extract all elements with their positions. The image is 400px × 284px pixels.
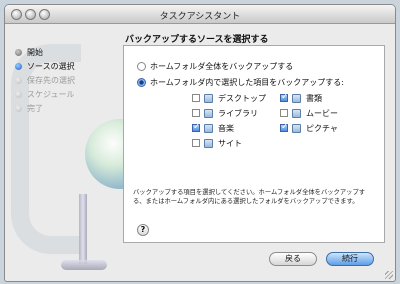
window-title: タスクアシスタント [159,12,241,22]
library-folder-icon [204,108,213,118]
clamp-handle [61,260,107,270]
desktop-folder-icon [204,93,213,103]
step-label: 保存先の選択 [27,75,75,85]
radio-whole-home[interactable]: ホームフォルダ全体をバックアップする [137,61,293,72]
radio-button[interactable] [137,78,146,87]
resize-grip[interactable] [385,271,393,279]
movies-folder-icon [292,108,301,118]
item-documents[interactable]: 書類 [280,92,322,104]
step-bullet-icon [15,48,22,56]
radio-label: ホームフォルダ全体をバックアップする [150,62,294,71]
radio-button[interactable] [137,62,146,71]
documents-folder-icon [292,93,301,103]
music-folder-icon [204,123,213,133]
assistant-window: タスクアシスタント 開始 ソースの選択 保存先の選択 スケジュール 完了 バック… [4,4,396,282]
page-heading: バックアップするソースを選択する [125,35,269,45]
item-music[interactable]: 音楽 [192,122,234,134]
item-sites[interactable]: サイト [192,137,242,149]
step-label: 開始 [27,47,43,57]
item-label: 音楽 [218,123,234,133]
item-label: ピクチャ [306,123,338,133]
item-label: デスクトップ [218,93,266,103]
step-finish: 完了 [15,101,75,115]
item-label: 書類 [306,93,322,103]
description-line: バックアップする項目を選択してください。ホームフォルダ全体をバックアップす [133,189,366,196]
step-list: 開始 ソースの選択 保存先の選択 スケジュール 完了 [15,45,75,115]
radio-selected-items[interactable]: ホームフォルダ内で選択した項目をバックアップする: [137,77,344,88]
item-label: ムービー [306,108,338,118]
step-start: 開始 [15,45,75,59]
clamp-screw [79,194,87,264]
item-pictures[interactable]: ピクチャ [280,122,338,134]
step-label: 完了 [27,103,43,113]
step-bullet-icon [15,104,22,112]
step-select-destination: 保存先の選択 [15,73,75,87]
source-panel: ホームフォルダ全体をバックアップする ホームフォルダ内で選択した項目をバックアッ… [123,45,385,243]
radio-label: ホームフォルダ内で選択した項目をバックアップする: [150,78,344,87]
checkbox[interactable] [192,139,200,147]
sites-folder-icon [204,138,213,148]
description-text: バックアップする項目を選択してください。ホームフォルダ全体をバックアップす る、… [133,188,379,206]
checkbox[interactable] [192,122,201,132]
back-button[interactable]: 戻る [269,252,317,266]
continue-button[interactable]: 続行 [326,252,374,266]
step-bullet-icon [15,62,22,70]
checkbox[interactable] [280,92,289,102]
item-movies[interactable]: ムービー [280,107,338,119]
step-select-source: ソースの選択 [15,59,75,73]
checkbox[interactable] [192,109,200,117]
item-desktop[interactable]: デスクトップ [192,92,266,104]
item-library[interactable]: ライブラリ [192,107,258,119]
description-line: る、またはホームフォルダ内にある選択したフォルダをバックアップできます。 [133,198,359,205]
checkbox[interactable] [280,122,289,132]
step-schedule: スケジュール [15,87,75,101]
step-bullet-icon [15,76,22,84]
step-label: スケジュール [27,89,75,99]
item-label: サイト [218,138,242,148]
title-bar: タスクアシスタント [5,5,395,24]
step-bullet-icon [15,90,22,98]
help-button[interactable]: ? [137,224,149,236]
step-label: ソースの選択 [27,61,75,71]
checkbox[interactable] [280,109,288,117]
pictures-folder-icon [292,123,301,133]
item-label: ライブラリ [218,108,258,118]
checkbox[interactable] [192,94,200,102]
